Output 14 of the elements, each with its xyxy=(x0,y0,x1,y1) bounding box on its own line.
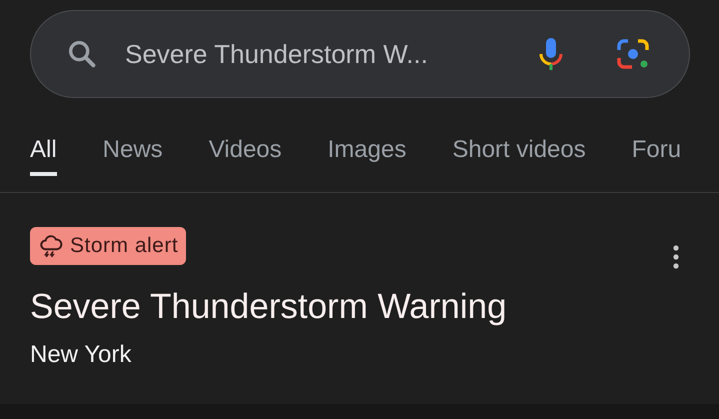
tab[interactable]: Images xyxy=(328,136,406,176)
search-field[interactable]: Severe Thunderstorm W... xyxy=(30,10,690,98)
tab[interactable]: Videos xyxy=(208,136,282,176)
more-options-icon[interactable] xyxy=(673,245,679,269)
alert-title[interactable]: Severe Thunderstorm Warning xyxy=(30,287,679,327)
alert-location: New York xyxy=(30,341,132,369)
tab[interactable]: News xyxy=(102,136,163,176)
tab[interactable]: Short videos xyxy=(452,136,586,176)
search-input[interactable]: Severe Thunderstorm W... xyxy=(125,38,519,70)
badge-label: Storm alert xyxy=(70,234,178,258)
storm-cloud-icon xyxy=(38,233,64,259)
tab[interactable]: All xyxy=(30,136,57,176)
microphone-icon[interactable] xyxy=(539,37,563,71)
tab[interactable]: Foru xyxy=(632,136,682,176)
